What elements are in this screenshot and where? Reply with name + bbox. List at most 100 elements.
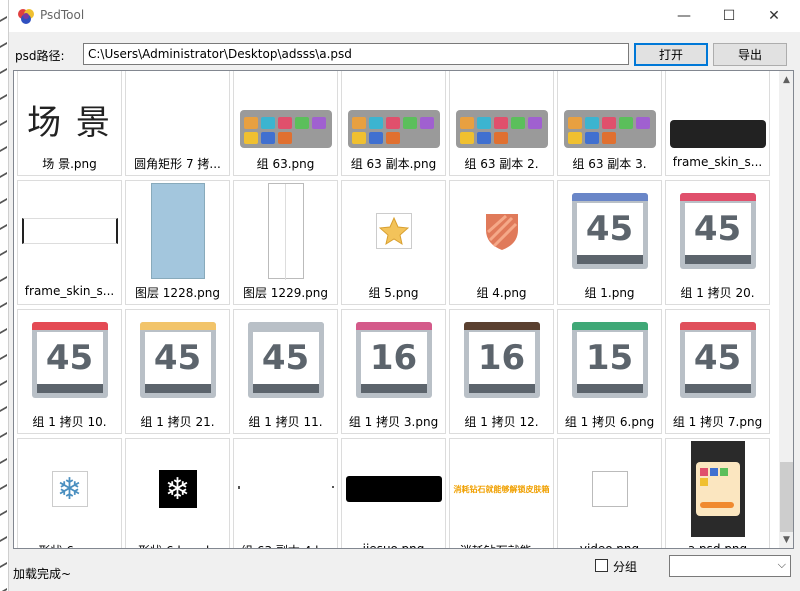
layer-thumbnail [558, 439, 661, 539]
layer-tile[interactable]: 场 景场 景.png [17, 71, 122, 176]
layer-tile[interactable]: 组 63.png [233, 71, 338, 176]
binder-ring [0, 249, 7, 259]
layer-tile[interactable]: 15 组 1 拷贝 6.png [557, 309, 662, 434]
layer-tile[interactable]: frame_skin_s... [17, 180, 122, 305]
group-checkbox[interactable] [595, 559, 608, 572]
scroll-down-icon[interactable]: ▼ [779, 531, 793, 548]
layer-tile[interactable]: 16 组 1 拷贝 12. [449, 309, 554, 434]
window-title: PsdTool [40, 8, 85, 22]
layer-thumbnail: 16 [342, 310, 445, 410]
layer-tile[interactable]: 图层 1229.png [233, 180, 338, 305]
layer-tile[interactable]: 组 4.png [449, 180, 554, 305]
binder-ring [0, 379, 7, 389]
status-text: 加载完成~ [13, 567, 72, 581]
layer-thumbnail: 场 景 [18, 71, 121, 152]
layer-filename: 组 63 副本.png [350, 157, 437, 171]
layer-thumbnail [558, 71, 661, 152]
binder-ring [0, 197, 7, 207]
layer-thumbnail: 45 [18, 310, 121, 410]
layer-thumbnail: 16 [450, 310, 553, 410]
layer-tile[interactable]: 45 组 1 拷贝 21. [125, 309, 230, 434]
layer-tile[interactable]: 45 组 1 拷贝 11. [233, 309, 338, 434]
binder-ring [0, 41, 7, 51]
binder-ring [0, 509, 7, 519]
maximize-icon: ☐ [722, 8, 736, 24]
layer-filename: 组 1 拷贝 7.png [672, 415, 763, 429]
layer-thumbnail [342, 181, 445, 281]
layer-thumbnail-list[interactable]: 场 景场 景.png 圆角矩形 7 拷... 组 63.png 组 63 副本.png… [13, 70, 794, 549]
binder-ring [0, 457, 7, 467]
layer-filename: 消耗钻石就能... [450, 542, 553, 548]
scrollbar-thumb[interactable] [780, 462, 793, 532]
layer-tile[interactable]: 组 63 副本.png [341, 71, 446, 176]
layer-tile[interactable]: 图层 1228.png [125, 180, 230, 305]
layer-filename: video.png [579, 542, 640, 549]
layer-filename: 组 1.png [584, 286, 635, 300]
layer-thumbnail: 45 [234, 310, 337, 410]
binder-ring [0, 145, 7, 155]
group-checkbox-label[interactable]: 分组 [613, 558, 637, 575]
layer-thumbnail [666, 71, 769, 152]
layer-filename: 组 1 拷贝 3.png [348, 415, 439, 429]
psd-path-label: psd路径: [15, 49, 65, 63]
layer-tile[interactable]: jiesuo.png [341, 438, 446, 549]
layer-tile[interactable]: 16 组 1 拷贝 3.png [341, 309, 446, 434]
layer-tile[interactable]: a.psd.png [665, 438, 770, 548]
binder-ring [0, 223, 7, 233]
layer-thumbnail: 45 [558, 181, 661, 281]
close-button[interactable]: ✕ [751, 0, 797, 32]
layer-tile[interactable]: 45 组 1.png [557, 180, 662, 305]
layer-thumbnail: 45 [666, 181, 769, 281]
binder-ring [0, 431, 7, 441]
layer-tile[interactable]: 45 组 1 拷贝 10. [17, 309, 122, 434]
binder-ring [0, 353, 7, 363]
layer-tile[interactable]: 组 63 副本 3. [557, 71, 662, 176]
layer-filename: 组 4.png [476, 286, 527, 300]
layer-thumbnail [342, 439, 445, 539]
layer-tile[interactable]: 圆角矩形 7 拷... [125, 71, 230, 176]
binder-ring [0, 301, 7, 311]
open-button[interactable]: 打开 [634, 43, 708, 66]
app-window: PsdTool — ☐ ✕ psd路径: 打开 导出 场 景场 景.png 圆角矩… [8, 0, 800, 591]
layer-tile[interactable]: ❄ 形状 6.png [17, 438, 122, 548]
group-select[interactable]: ⌵ [669, 555, 791, 577]
layer-filename: 组 63 副本 4.l... [234, 542, 337, 548]
layer-filename: 组 63 副本 3. [572, 157, 647, 171]
layer-filename: 形状 6.png [18, 542, 121, 548]
layer-tile[interactable]: 组 63 副本 4.l... [233, 438, 338, 548]
layer-thumbnail [234, 181, 337, 281]
layer-tile[interactable]: video.png [557, 438, 662, 549]
layer-filename: 场 景.png [42, 157, 97, 171]
vertical-scrollbar[interactable]: ▲ ▼ [779, 71, 793, 548]
layer-tile[interactable]: 组 5.png [341, 180, 446, 305]
layer-tile[interactable]: 45 组 1 拷贝 20. [665, 180, 770, 305]
layer-tile[interactable]: 45 组 1 拷贝 7.png [665, 309, 770, 434]
layer-filename: jiesuo.png [362, 542, 425, 549]
binder-ring [0, 119, 7, 129]
minimize-icon: — [677, 8, 691, 24]
maximize-button[interactable]: ☐ [706, 0, 752, 32]
layer-filename: 形状 6.lmask. [126, 542, 229, 548]
layer-thumbnail [234, 439, 337, 539]
layer-filename: 组 1 拷贝 12. [464, 415, 539, 429]
layer-tile[interactable]: ❄ 形状 6.lmask. [125, 438, 230, 548]
minimize-button[interactable]: — [661, 0, 707, 32]
layer-thumbnail: 消耗钻石就能够解锁皮肤箱 [450, 439, 553, 539]
binder-ring [0, 275, 7, 285]
layer-thumbnail [126, 71, 229, 152]
binder-ring [0, 483, 7, 493]
layer-filename: 组 1 拷贝 11. [248, 415, 323, 429]
export-button[interactable]: 导出 [713, 43, 787, 66]
layer-tile[interactable]: frame_skin_s... [665, 71, 770, 176]
layer-filename: 圆角矩形 7 拷... [134, 157, 221, 171]
close-icon: ✕ [768, 8, 780, 24]
layer-thumbnail [342, 71, 445, 152]
scroll-up-icon[interactable]: ▲ [779, 71, 793, 88]
layer-thumbnail: ❄ [18, 439, 121, 539]
psd-path-input[interactable] [83, 43, 629, 65]
layer-filename: 组 63 副本 2. [464, 157, 539, 171]
layer-tile[interactable]: 组 63 副本 2. [449, 71, 554, 176]
layer-thumbnail [450, 71, 553, 152]
binder-ring [0, 561, 7, 571]
layer-tile[interactable]: 消耗钻石就能够解锁皮肤箱消耗钻石就能... [449, 438, 554, 548]
